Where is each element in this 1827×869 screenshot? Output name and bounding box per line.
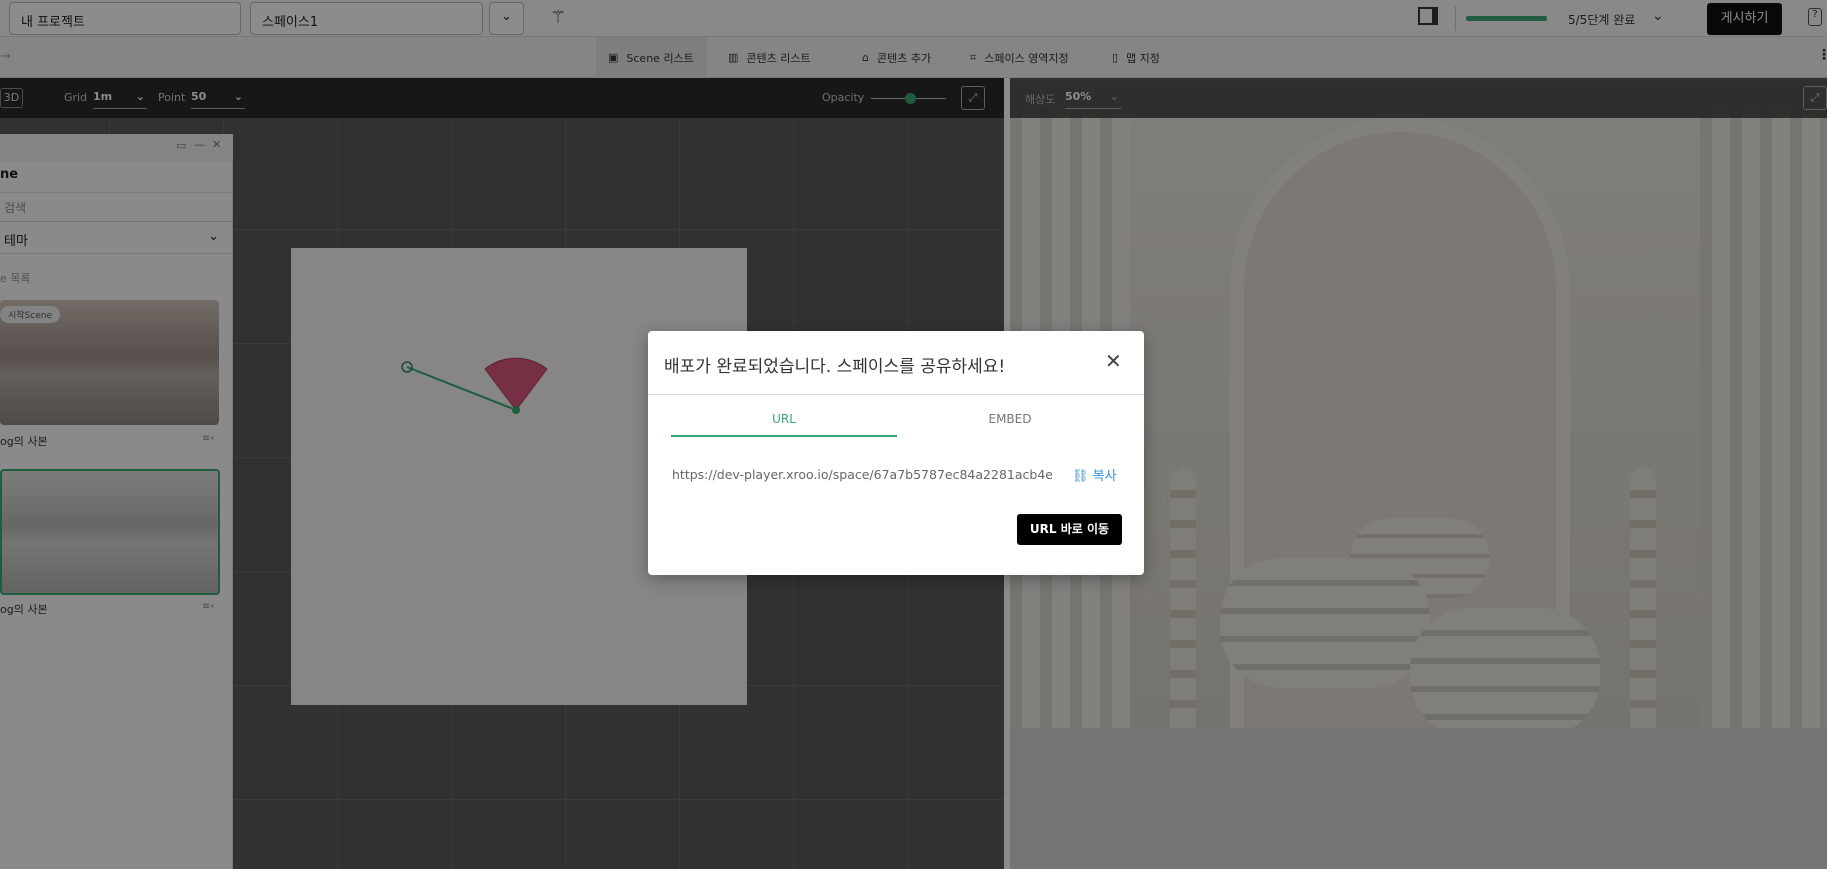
tab-url[interactable]: URL [671, 405, 897, 437]
link-icon: ⛓ [1072, 469, 1089, 484]
tab-embed[interactable]: EMBED [897, 405, 1123, 437]
publish-complete-dialog: 배포가 완료되었습니다. 스페이스를 공유하세요! ✕ URL EMBED ht… [648, 331, 1144, 575]
dialog-title: 배포가 완료되었습니다. 스페이스를 공유하세요! [664, 357, 1006, 377]
close-icon[interactable]: ✕ [1105, 349, 1122, 373]
share-url: https://dev-player.xroo.io/space/67a7b57… [672, 467, 1052, 482]
copy-link-button[interactable]: ⛓ 복사 [1072, 465, 1117, 484]
go-to-url-button[interactable]: URL 바로 이동 [1017, 514, 1122, 545]
